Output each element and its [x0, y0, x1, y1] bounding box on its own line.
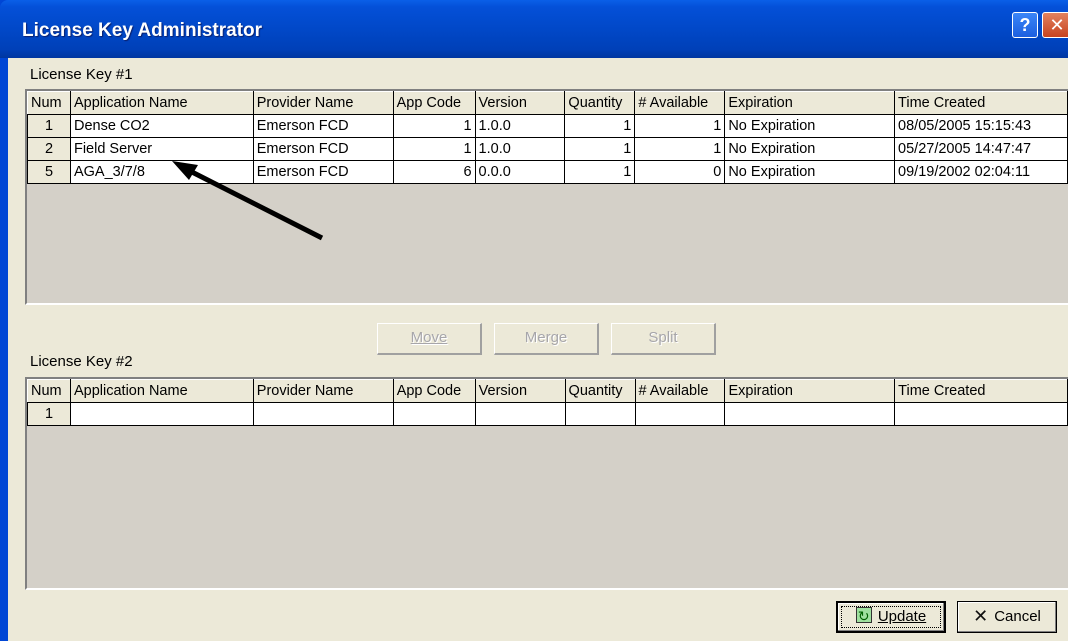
cell-expiration[interactable] — [724, 402, 896, 426]
table-row[interactable]: 2 Field Server Emerson FCD 1 1.0.0 1 1 No Expir… — [27, 137, 1068, 161]
cell-available[interactable]: 1 — [634, 114, 726, 138]
window-title: License Key Administrator — [22, 20, 263, 41]
column-header-quantity[interactable]: Quantity — [564, 91, 636, 115]
update-button[interactable]: Update — [836, 601, 946, 633]
update-icon — [855, 602, 872, 630]
cell-num[interactable]: 5 — [27, 160, 71, 184]
cell-expiration[interactable]: No Expiration — [724, 160, 896, 184]
merge-button[interactable]: Merge — [494, 323, 599, 355]
license-key-1-table[interactable]: Num Application Name Provider Name App Code… — [27, 91, 1068, 184]
cell-time-created[interactable] — [894, 402, 1068, 426]
cell-available[interactable]: 1 — [634, 137, 726, 161]
cell-version[interactable]: 1.0.0 — [474, 114, 566, 138]
column-header-application-name[interactable]: Application Name — [69, 379, 254, 403]
column-header-application-name[interactable]: Application Name — [69, 91, 254, 115]
column-header-num[interactable]: Num — [27, 91, 71, 115]
cell-time-created[interactable]: 09/19/2002 02:04:11 — [894, 160, 1068, 184]
cell-quantity[interactable]: 1 — [564, 114, 636, 138]
cell-num[interactable]: 2 — [27, 137, 71, 161]
cell-num[interactable]: 1 — [27, 402, 71, 426]
move-button[interactable]: Move — [377, 323, 482, 355]
column-header-time-created[interactable]: Time Created — [894, 91, 1068, 115]
cell-num[interactable]: 1 — [27, 114, 71, 138]
table-row[interactable]: 1 — [27, 402, 1068, 426]
split-button[interactable]: Split — [611, 323, 716, 355]
close-icon: ✕ — [1049, 15, 1065, 35]
cell-available[interactable] — [634, 402, 726, 426]
cell-expiration[interactable]: No Expiration — [724, 137, 896, 161]
cell-provider-name[interactable]: Emerson FCD — [252, 160, 394, 184]
merge-label: Merge — [524, 329, 568, 346]
cell-provider-name[interactable]: Emerson FCD — [252, 114, 394, 138]
cell-application-name[interactable]: Dense CO2 — [69, 114, 254, 138]
cell-version[interactable] — [474, 402, 566, 426]
cancel-label: Cancel — [994, 608, 1041, 625]
cell-available[interactable]: 0 — [634, 160, 726, 184]
column-header-provider-name[interactable]: Provider Name — [252, 91, 394, 115]
column-header-app-code[interactable]: App Code — [392, 379, 476, 403]
move-label: Move — [410, 329, 448, 346]
cell-quantity[interactable]: 1 — [564, 137, 636, 161]
help-icon: ? — [1019, 15, 1031, 35]
cell-app-code[interactable]: 1 — [392, 137, 476, 161]
cell-provider-name[interactable]: Emerson FCD — [252, 137, 394, 161]
cell-app-code[interactable]: 1 — [392, 114, 476, 138]
column-header-version[interactable]: Version — [474, 91, 566, 115]
cell-time-created[interactable]: 08/05/2005 15:15:43 — [894, 114, 1068, 138]
close-button[interactable]: ✕ — [1042, 12, 1068, 38]
column-header-expiration[interactable]: Expiration — [724, 379, 896, 403]
license-key-2-label: License Key #2 — [30, 353, 133, 370]
license-key-2-grid[interactable]: Num Application Name Provider Name App Code… — [25, 377, 1068, 590]
cell-app-code[interactable]: 6 — [392, 160, 476, 184]
table-row[interactable]: 5 AGA_3/7/8 Emerson FCD 6 0.0.0 1 0 No Expirati… — [27, 160, 1068, 184]
column-header-available[interactable]: # Available — [634, 91, 726, 115]
cancel-button[interactable]: ✕ Cancel — [957, 601, 1057, 633]
cell-provider-name[interactable] — [252, 402, 394, 426]
column-header-num[interactable]: Num — [27, 379, 71, 403]
column-header-version[interactable]: Version — [474, 379, 566, 403]
column-header-expiration[interactable]: Expiration — [724, 91, 896, 115]
cell-quantity[interactable] — [564, 402, 636, 426]
license-key-1-label: License Key #1 — [30, 66, 133, 83]
license-key-2-table[interactable]: Num Application Name Provider Name App Code… — [27, 379, 1068, 426]
cell-quantity[interactable]: 1 — [564, 160, 636, 184]
column-header-app-code[interactable]: App Code — [392, 91, 476, 115]
cell-expiration[interactable]: No Expiration — [724, 114, 896, 138]
column-header-provider-name[interactable]: Provider Name — [252, 379, 394, 403]
column-header-available[interactable]: # Available — [634, 379, 726, 403]
license-key-1-grid[interactable]: Num Application Name Provider Name App Code… — [25, 89, 1068, 305]
cell-application-name[interactable]: Field Server — [69, 137, 254, 161]
column-header-quantity[interactable]: Quantity — [564, 379, 636, 403]
cell-time-created[interactable]: 05/27/2005 14:47:47 — [894, 137, 1068, 161]
title-bar[interactable]: License Key Administrator ? ✕ — [0, 0, 1068, 58]
cancel-x-icon: ✕ — [973, 606, 989, 626]
cell-application-name[interactable] — [69, 402, 254, 426]
cell-version[interactable]: 1.0.0 — [474, 137, 566, 161]
cell-version[interactable]: 0.0.0 — [474, 160, 566, 184]
table-row[interactable]: 1 Dense CO2 Emerson FCD 1 1.0.0 1 1 No Expirati… — [27, 114, 1068, 138]
cell-app-code[interactable] — [392, 402, 476, 426]
cell-application-name[interactable]: AGA_3/7/8 — [69, 160, 254, 184]
help-button[interactable]: ? — [1012, 12, 1038, 38]
split-label: Split — [648, 329, 678, 346]
column-header-time-created[interactable]: Time Created — [894, 379, 1068, 403]
